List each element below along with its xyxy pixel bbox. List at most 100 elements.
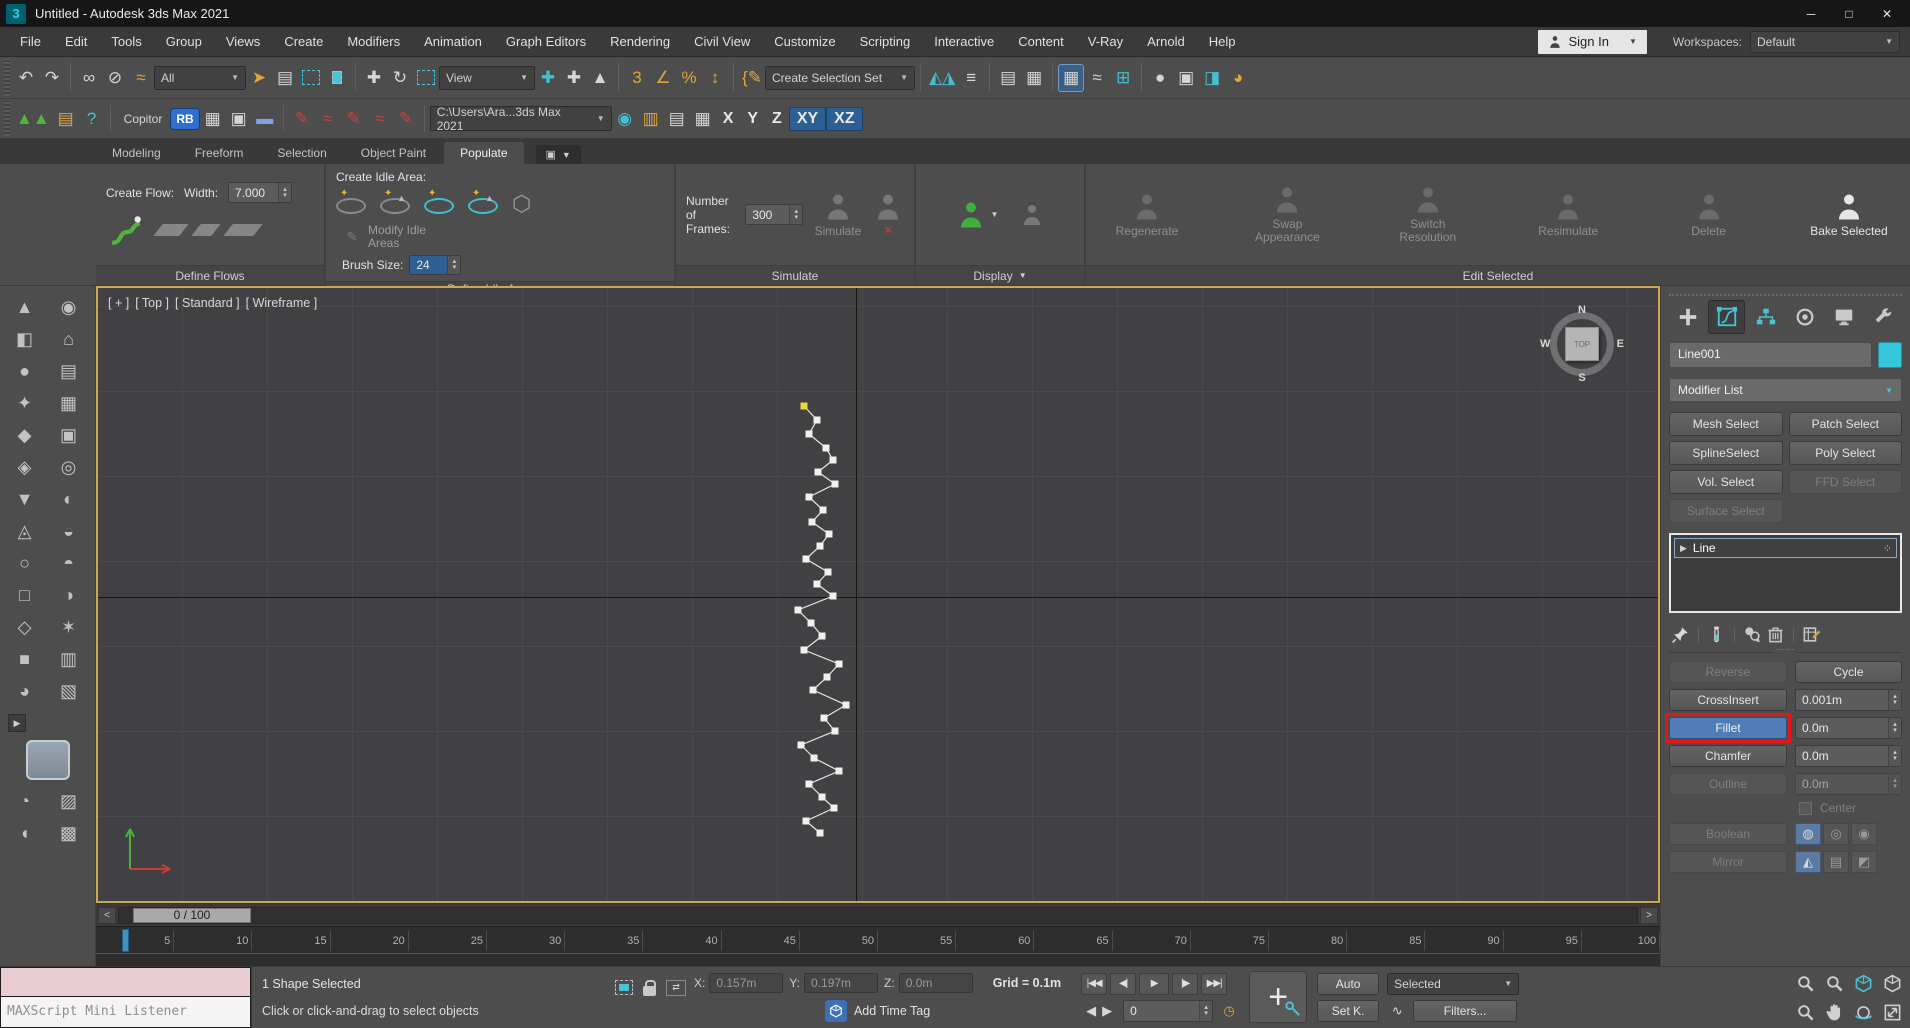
- maxscript-mini-listener[interactable]: MAXScript Mini Listener: [0, 967, 252, 1028]
- fillet-spinner[interactable]: 0.0m ▴ ▾: [1795, 717, 1902, 739]
- left-tool-icon[interactable]: ▧: [51, 676, 87, 706]
- next-frame-button[interactable]: |▶: [1172, 972, 1199, 995]
- selection-filter-dropdown[interactable]: All ▼: [154, 65, 246, 90]
- script-macro-icon[interactable]: ≈: [367, 105, 393, 133]
- spinner-snap-toggle-icon[interactable]: ↕: [702, 64, 728, 92]
- sign-in-button[interactable]: Sign In ▼: [1538, 29, 1647, 54]
- material-editor-icon[interactable]: ●: [1147, 64, 1173, 92]
- tab-utilities[interactable]: [1865, 300, 1902, 334]
- fillet-button[interactable]: Fillet: [1669, 717, 1787, 739]
- building-paint-icon[interactable]: ▦: [200, 105, 226, 133]
- palette-icon[interactable]: ▤: [664, 105, 690, 133]
- left-tool-icon[interactable]: ◕: [7, 676, 43, 706]
- time-slider-handle[interactable]: 0 / 100: [133, 907, 251, 923]
- palette-icon[interactable]: ▦: [690, 105, 716, 133]
- rb-script-icon[interactable]: RB: [170, 107, 200, 130]
- select-object-icon[interactable]: ➤: [246, 64, 272, 92]
- polygon-area-icon[interactable]: ⬡: [512, 193, 531, 215]
- section-simulate[interactable]: Simulate: [676, 265, 914, 285]
- copitor-label[interactable]: Copitor: [116, 112, 171, 126]
- tab-hierarchy[interactable]: [1747, 300, 1784, 334]
- render-production-icon[interactable]: ◕: [1225, 64, 1251, 92]
- curve-editor-icon[interactable]: ≈: [1084, 64, 1110, 92]
- reference-coordinate-dropdown[interactable]: View ▼: [439, 65, 535, 90]
- previous-frame-button[interactable]: <: [98, 906, 116, 924]
- brush-size-spinner[interactable]: 24 ▴ ▾: [409, 255, 462, 275]
- modifier-stack[interactable]: ▶ Line ⁘: [1669, 533, 1902, 613]
- left-tool-icon[interactable]: ◬: [7, 516, 43, 546]
- left-tool-icon[interactable]: ▦: [51, 388, 87, 418]
- boolean-button[interactable]: Boolean: [1669, 823, 1787, 845]
- selection-region-icon[interactable]: [615, 980, 633, 996]
- absolute-offset-toggle-icon[interactable]: ⇄: [666, 979, 686, 996]
- left-tool-icon[interactable]: ◎: [51, 452, 87, 482]
- menu-item[interactable]: Views: [214, 30, 272, 53]
- left-tool-icon[interactable]: ▩: [51, 818, 87, 848]
- idle-area-people-icon[interactable]: ✦ ▲: [380, 188, 410, 214]
- left-tool-icon[interactable]: □: [7, 580, 43, 610]
- maximize-button[interactable]: □: [1832, 3, 1866, 24]
- script-macro-icon[interactable]: ✎: [393, 105, 419, 133]
- y-coordinate-field[interactable]: 0.197m: [804, 973, 879, 994]
- edit-selected-item[interactable]: Bake Selected: [1806, 192, 1892, 238]
- modifier-shortcut-button[interactable]: Mesh Select: [1669, 412, 1783, 436]
- idle-area-icon[interactable]: ✦: [336, 188, 366, 214]
- rollout-divider[interactable]: [1669, 652, 1902, 653]
- menu-item[interactable]: Civil View: [682, 30, 762, 53]
- select-and-link-icon[interactable]: ∞: [76, 64, 102, 92]
- left-tool-icon[interactable]: ◒: [51, 516, 87, 546]
- edit-selected-item[interactable]: Switch Resolution: [1385, 185, 1471, 244]
- workspace-dropdown[interactable]: Default ▼: [1750, 30, 1900, 53]
- left-tool-icon[interactable]: ▤: [51, 356, 87, 386]
- select-and-scale-icon[interactable]: [413, 64, 439, 92]
- axis-z-button[interactable]: Z: [765, 108, 789, 130]
- tab-modify[interactable]: [1708, 300, 1746, 334]
- undo-button[interactable]: ↶: [13, 64, 39, 92]
- viewport-top[interactable]: [ + ] [ Top ] [ Standard ] [ Wireframe ]…: [96, 286, 1660, 903]
- listener-script-row[interactable]: MAXScript Mini Listener: [0, 996, 251, 1028]
- cycle-button[interactable]: Cycle: [1795, 661, 1902, 683]
- crossinsert-spinner[interactable]: 0.001m ▴ ▾: [1795, 689, 1902, 711]
- menu-item[interactable]: Animation: [412, 30, 494, 53]
- current-frame-spinner[interactable]: 0 ▴ ▾: [1123, 1000, 1214, 1023]
- keyboard-shortcut-override-icon[interactable]: ▲: [587, 64, 613, 92]
- mirror-button[interactable]: Mirror: [1669, 851, 1787, 873]
- window-crossing-toggle-icon[interactable]: [324, 64, 350, 92]
- expand-toolbar-button[interactable]: ▶: [8, 714, 26, 732]
- time-configuration-icon[interactable]: ◷: [1219, 1000, 1239, 1022]
- menu-item[interactable]: Create: [272, 30, 335, 53]
- menu-item[interactable]: Modifiers: [335, 30, 412, 53]
- left-tool-icon[interactable]: ◑: [51, 580, 87, 610]
- tab-freeform[interactable]: Freeform: [179, 142, 260, 164]
- redo-button[interactable]: ↷: [39, 64, 65, 92]
- panel-drag-handle[interactable]: [1669, 290, 1902, 296]
- left-tool-icon[interactable]: ⌂: [51, 324, 87, 354]
- frames-spinner[interactable]: 300 ▴ ▾: [745, 204, 804, 225]
- select-and-move-icon[interactable]: ✚: [361, 64, 387, 92]
- edit-selected-item[interactable]: Delete: [1666, 192, 1752, 238]
- boolean-subtract-icon[interactable]: ◎: [1823, 823, 1849, 845]
- add-time-tag[interactable]: Add Time Tag: [824, 999, 930, 1022]
- rendered-frame-window-icon[interactable]: ◨: [1199, 64, 1225, 92]
- previous-frame-button[interactable]: ◀|: [1110, 972, 1137, 995]
- auto-key-button[interactable]: Auto: [1317, 972, 1380, 995]
- go-to-start-button[interactable]: |◀◀: [1081, 972, 1108, 995]
- tab-modeling[interactable]: Modeling: [96, 142, 177, 164]
- left-tool-icon[interactable]: ◆: [7, 420, 43, 450]
- section-display[interactable]: Display ▼: [916, 265, 1084, 285]
- tab-create[interactable]: [1669, 300, 1706, 334]
- edit-named-selection-sets-icon[interactable]: {✎: [739, 64, 765, 92]
- center-checkbox[interactable]: [1798, 801, 1812, 815]
- configure-modifier-sets-icon[interactable]: [1802, 625, 1821, 644]
- left-tool-icon[interactable]: ▨: [51, 786, 87, 816]
- toggle-layer-explorer-icon[interactable]: ▦: [1021, 64, 1047, 92]
- tab-populate[interactable]: Populate: [444, 142, 524, 164]
- mirror-horizontal-icon[interactable]: ◭: [1795, 851, 1821, 873]
- left-tool-icon[interactable]: ◐: [51, 484, 87, 514]
- script-macro-icon[interactable]: ✎: [341, 105, 367, 133]
- stack-item-line[interactable]: ▶ Line ⁘: [1674, 538, 1897, 558]
- orbit-icon[interactable]: [1849, 998, 1877, 1026]
- time-slider-track[interactable]: 0 / 100: [118, 906, 1638, 924]
- chamfer-spinner[interactable]: 0.0m ▴ ▾: [1795, 745, 1902, 767]
- outline-button[interactable]: Outline: [1669, 773, 1787, 795]
